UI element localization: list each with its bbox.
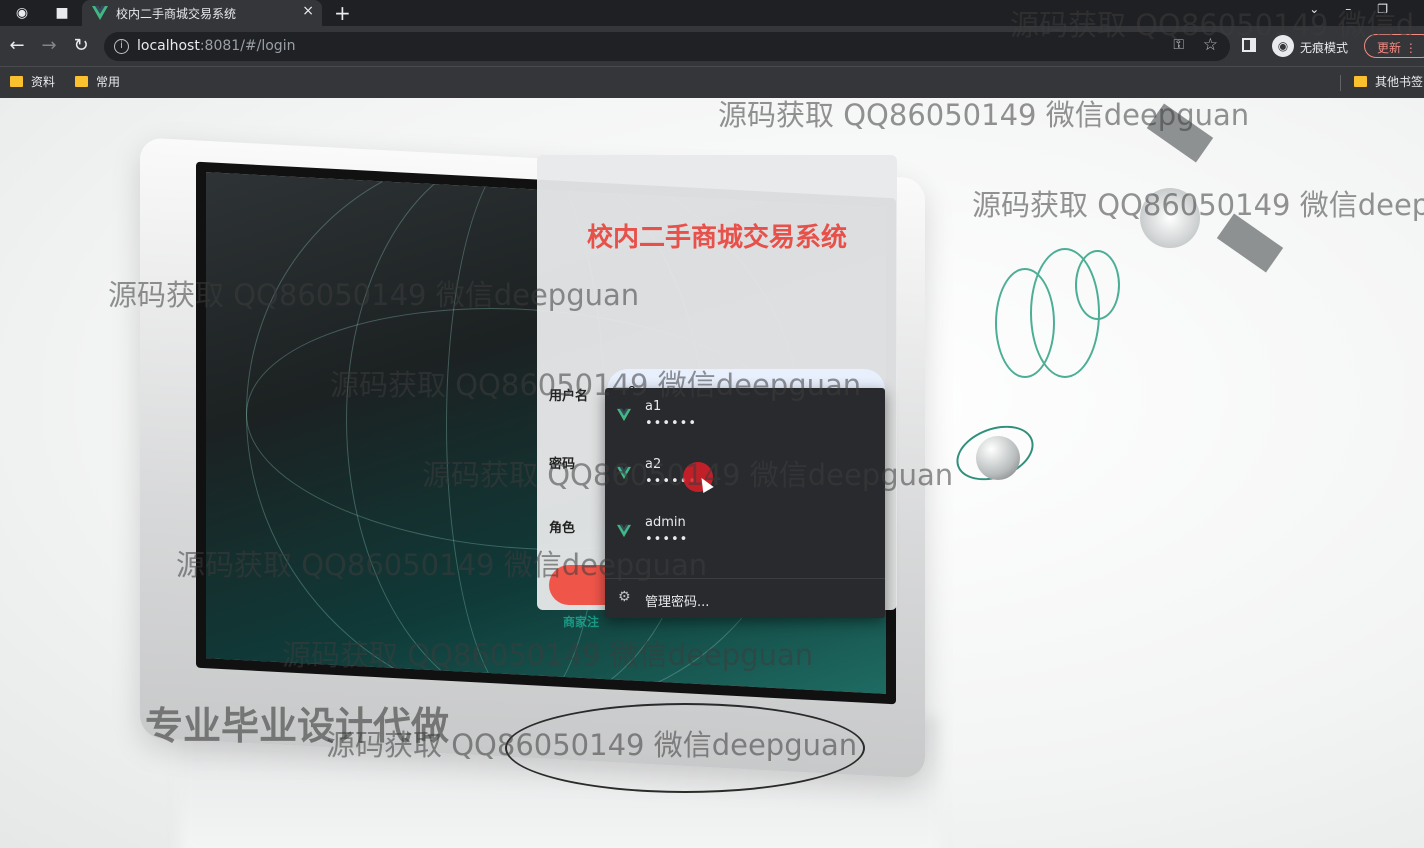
watermark: 源码获取 QQ86050149 微信deepguan: [326, 728, 858, 762]
globe-icon[interactable]: ◉: [12, 3, 32, 23]
bookmark-folder-changyong[interactable]: 常用: [75, 73, 120, 90]
watermark: 源码获取 QQ86050149 微信deepguan: [282, 638, 814, 672]
watermark: 源码获取 QQ86050149 微信deepguan: [108, 278, 640, 312]
folder-icon: [10, 76, 23, 87]
manage-passwords-label: 管理密码...: [645, 595, 710, 610]
page-title: 校内二手商城交易系统: [586, 223, 847, 253]
watermark: 源码获取 QQ86050149 微信deep: [972, 188, 1424, 222]
bookmark-folder-ziliao[interactable]: 资料: [10, 73, 55, 90]
close-icon[interactable]: ×: [302, 3, 314, 19]
watermark: 源码获取 QQ86050149 微信d: [1010, 8, 1415, 42]
info-icon[interactable]: i: [114, 39, 129, 54]
bookmark-separator: [1340, 75, 1341, 91]
tab-title: 校内二手商城交易系统: [116, 7, 237, 21]
gear-icon: ⚙: [618, 589, 631, 605]
new-tab-button[interactable]: +: [334, 1, 351, 25]
tab-search-icon[interactable]: ■: [52, 3, 72, 23]
reload-icon[interactable]: ↻: [70, 35, 92, 57]
folder-icon: [75, 76, 88, 87]
folder-icon: [1354, 76, 1367, 87]
back-icon[interactable]: ←: [6, 35, 28, 57]
autofill-password: ••••••: [645, 416, 698, 431]
forward-icon[interactable]: →: [38, 35, 60, 57]
watermark: 源码获取 QQ86050149 微信deepguan: [176, 548, 708, 582]
vue-logo-icon: [92, 6, 108, 20]
merchant-register-link[interactable]: 商家注: [563, 613, 599, 630]
vue-logo-icon: [617, 524, 631, 538]
watermark: 源码获取 QQ86050149 微信deepguan: [718, 98, 1250, 132]
watermark: 源码获取 QQ86050149 微信deepguan: [330, 368, 862, 402]
manage-passwords-item[interactable]: ⚙ 管理密码...: [605, 580, 885, 618]
vue-logo-icon: [617, 408, 631, 422]
url-text[interactable]: localhost:8081/#/login: [137, 38, 295, 54]
bookmark-folder-other[interactable]: 其他书签: [1354, 73, 1423, 90]
role-label: 角色: [549, 521, 576, 536]
signal-ring: [1075, 250, 1120, 320]
watermark: 源码获取 QQ86050149 微信deepguan: [422, 458, 954, 492]
autofill-username: admin: [645, 515, 686, 530]
browser-tab[interactable]: 校内二手商城交易系统 ×: [82, 0, 322, 26]
orbit-ball: [976, 436, 1020, 480]
